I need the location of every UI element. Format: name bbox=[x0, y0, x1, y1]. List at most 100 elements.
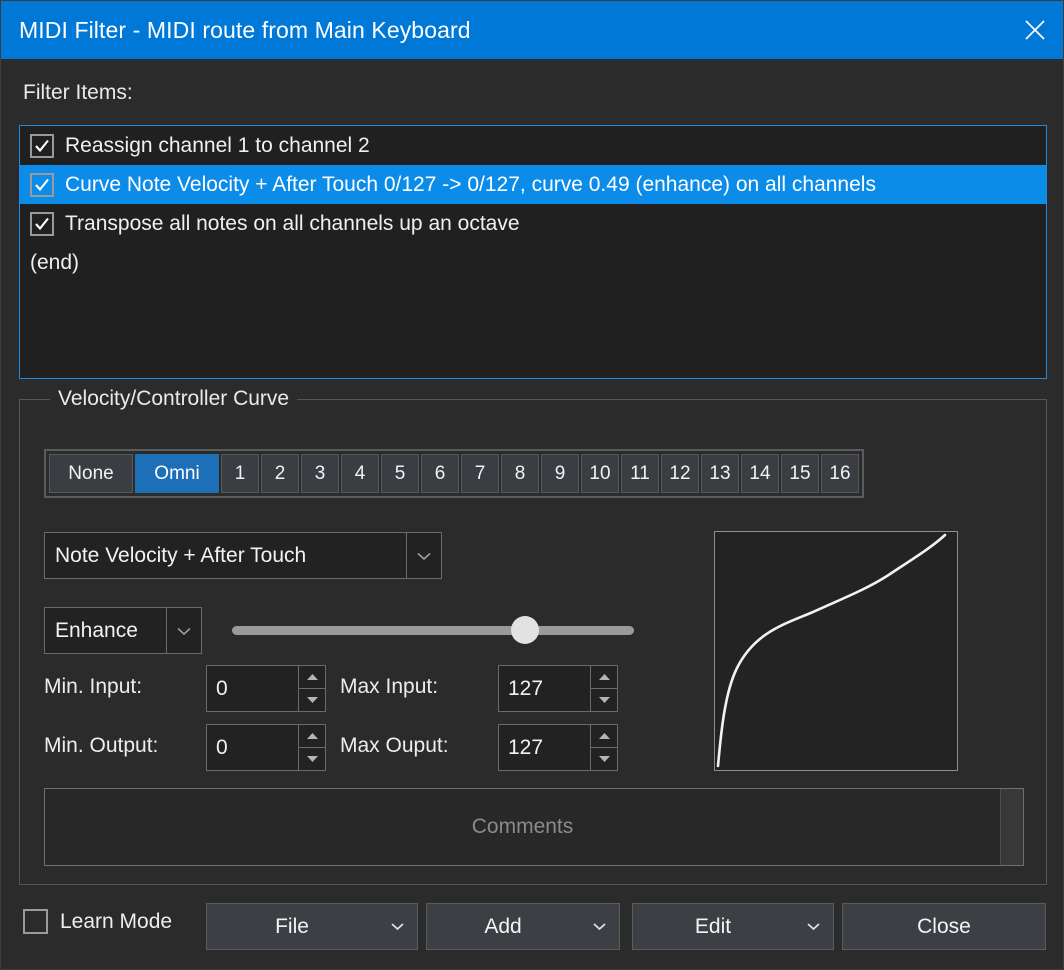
group-legend: Velocity/Controller Curve bbox=[50, 387, 298, 411]
item-checkbox[interactable] bbox=[30, 211, 54, 236]
comments-field[interactable]: Comments bbox=[44, 788, 1024, 866]
channel-selector: None Omni 1 2 3 4 5 6 7 8 9 10 11 12 13 … bbox=[44, 449, 864, 498]
check-icon bbox=[35, 217, 49, 230]
channel-button-5[interactable]: 5 bbox=[381, 454, 419, 493]
curve-preview bbox=[714, 531, 958, 771]
spin-up-button[interactable] bbox=[591, 725, 617, 748]
close-icon bbox=[1022, 17, 1048, 43]
channel-button-9[interactable]: 9 bbox=[541, 454, 579, 493]
chevron-down-icon bbox=[406, 533, 441, 578]
item-checkbox[interactable] bbox=[30, 133, 54, 158]
list-item-label: Reassign channel 1 to channel 2 bbox=[65, 133, 370, 157]
min-output-value: 0 bbox=[216, 735, 228, 759]
caret-up-icon bbox=[598, 733, 610, 739]
channel-button-10[interactable]: 10 bbox=[581, 454, 619, 493]
caret-up-icon bbox=[306, 674, 318, 680]
max-input-stepper[interactable]: 127 bbox=[498, 665, 618, 712]
caret-down-icon bbox=[306, 697, 318, 703]
channel-button-6[interactable]: 6 bbox=[421, 454, 459, 493]
channel-button-14[interactable]: 14 bbox=[741, 454, 779, 493]
channel-button-8[interactable]: 8 bbox=[501, 454, 539, 493]
curve-amount-slider[interactable] bbox=[214, 607, 652, 654]
spin-down-button[interactable] bbox=[591, 748, 617, 770]
list-end-marker: (end) bbox=[30, 250, 80, 274]
max-output-label: Max Ouput: bbox=[340, 734, 449, 757]
min-input-spin-buttons bbox=[298, 666, 325, 711]
channel-button-omni[interactable]: Omni bbox=[135, 454, 219, 493]
comments-input[interactable]: Comments bbox=[45, 789, 1000, 865]
caret-down-icon bbox=[598, 697, 610, 703]
spin-up-button[interactable] bbox=[299, 725, 325, 748]
curve-mode-value: Enhance bbox=[55, 618, 138, 642]
channel-button-16[interactable]: 16 bbox=[821, 454, 859, 493]
channel-button-4[interactable]: 4 bbox=[341, 454, 379, 493]
caret-up-icon bbox=[598, 674, 610, 680]
max-input-spin-buttons bbox=[590, 666, 617, 711]
add-button-label: Add bbox=[484, 914, 522, 938]
window-title: MIDI Filter - MIDI route from Main Keybo… bbox=[19, 16, 471, 43]
close-button-label: Close bbox=[917, 914, 971, 938]
channel-button-11[interactable]: 11 bbox=[621, 454, 659, 493]
list-item-label: Curve Note Velocity + After Touch 0/127 … bbox=[65, 172, 876, 196]
min-output-label: Min. Output: bbox=[44, 734, 159, 757]
list-item-label: Transpose all notes on all channels up a… bbox=[65, 211, 520, 235]
comments-scrollbar[interactable] bbox=[1000, 789, 1023, 865]
item-checkbox[interactable] bbox=[30, 172, 54, 197]
list-item[interactable]: Transpose all notes on all channels up a… bbox=[20, 204, 1046, 243]
slider-track bbox=[232, 626, 634, 635]
velocity-controller-curve-group: Velocity/Controller Curve None Omni 1 2 … bbox=[19, 387, 1047, 885]
channel-button-13[interactable]: 13 bbox=[701, 454, 739, 493]
channel-button-none[interactable]: None bbox=[49, 454, 133, 493]
channel-button-7[interactable]: 7 bbox=[461, 454, 499, 493]
list-item[interactable]: Reassign channel 1 to channel 2 bbox=[20, 126, 1046, 165]
add-menu-button[interactable]: Add bbox=[426, 903, 620, 950]
midi-filter-dialog: MIDI Filter - MIDI route from Main Keybo… bbox=[0, 0, 1064, 970]
curve-mode-select[interactable]: Enhance bbox=[44, 607, 202, 654]
title-bar: MIDI Filter - MIDI route from Main Keybo… bbox=[1, 1, 1063, 59]
filter-items-label: Filter Items: bbox=[23, 81, 133, 104]
file-menu-button[interactable]: File bbox=[206, 903, 418, 950]
list-item[interactable]: Curve Note Velocity + After Touch 0/127 … bbox=[20, 165, 1046, 204]
min-input-value: 0 bbox=[216, 676, 228, 700]
spin-up-button[interactable] bbox=[591, 666, 617, 689]
edit-button-label: Edit bbox=[694, 914, 732, 938]
spin-down-button[interactable] bbox=[299, 748, 325, 770]
max-output-value: 127 bbox=[508, 735, 544, 759]
channel-button-1[interactable]: 1 bbox=[221, 454, 259, 493]
spin-up-button[interactable] bbox=[299, 666, 325, 689]
filter-items-list[interactable]: Reassign channel 1 to channel 2 Curve No… bbox=[19, 125, 1047, 379]
min-input-stepper[interactable]: 0 bbox=[206, 665, 326, 712]
check-icon bbox=[35, 178, 49, 191]
chevron-down-icon bbox=[579, 922, 619, 931]
curve-source-select[interactable]: Note Velocity + After Touch bbox=[44, 532, 442, 579]
caret-down-icon bbox=[598, 756, 610, 762]
check-icon bbox=[35, 139, 49, 152]
file-button-label: File bbox=[275, 914, 309, 938]
max-input-label: Max Input: bbox=[340, 675, 439, 698]
caret-up-icon bbox=[306, 733, 318, 739]
channel-button-15[interactable]: 15 bbox=[781, 454, 819, 493]
min-output-spin-buttons bbox=[298, 725, 325, 770]
chevron-down-icon bbox=[793, 922, 833, 931]
caret-down-icon bbox=[306, 756, 318, 762]
max-output-stepper[interactable]: 127 bbox=[498, 724, 618, 771]
channel-button-3[interactable]: 3 bbox=[301, 454, 339, 493]
curve-source-value: Note Velocity + After Touch bbox=[55, 543, 307, 567]
learn-mode-checkbox[interactable]: Learn Mode bbox=[23, 909, 172, 934]
spin-down-button[interactable] bbox=[299, 689, 325, 711]
close-dialog-button[interactable]: Close bbox=[842, 903, 1046, 950]
close-window-button[interactable] bbox=[1005, 1, 1063, 59]
max-output-spin-buttons bbox=[590, 725, 617, 770]
min-output-stepper[interactable]: 0 bbox=[206, 724, 326, 771]
slider-thumb[interactable] bbox=[511, 616, 540, 644]
curve-plot-icon bbox=[716, 533, 947, 768]
edit-menu-button[interactable]: Edit bbox=[632, 903, 834, 950]
min-input-label: Min. Input: bbox=[44, 675, 143, 698]
channel-button-2[interactable]: 2 bbox=[261, 454, 299, 493]
spin-down-button[interactable] bbox=[591, 689, 617, 711]
max-input-value: 127 bbox=[508, 676, 544, 700]
learn-mode-box[interactable] bbox=[23, 909, 48, 934]
channel-button-12[interactable]: 12 bbox=[661, 454, 699, 493]
chevron-down-icon bbox=[377, 922, 417, 931]
learn-mode-label: Learn Mode bbox=[60, 909, 173, 933]
